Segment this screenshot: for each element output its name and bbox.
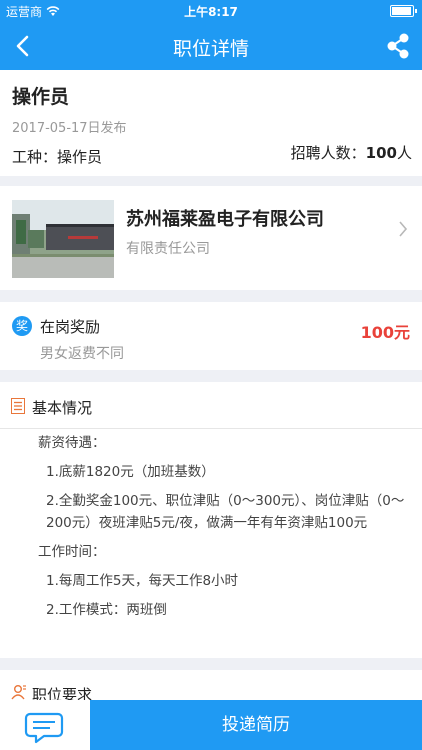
- work-heading: 工作时间：: [38, 544, 106, 560]
- company-building-photo: [12, 200, 114, 278]
- person-icon: [11, 685, 26, 700]
- work-item-2: 2.工作模式：两班倒: [46, 602, 167, 618]
- battery-icon: [390, 5, 417, 17]
- bottom-bar: 投递简历: [0, 700, 422, 750]
- submit-resume-button[interactable]: 投递简历: [90, 700, 422, 750]
- salary-heading: 薪资待遇：: [38, 435, 106, 451]
- nav-bar: 职位详情: [0, 22, 422, 70]
- basic-info-card: 基本情况 薪资待遇： 1.底薪1820元（加班基数） 2.全勤奖金100元、职位…: [0, 382, 422, 658]
- job-header-card: 操作员 2017-05-17日发布 工种：操作员 招聘人数：100人: [0, 70, 422, 176]
- salary-item-2: 2.全勤奖金100元、职位津贴（0～300元）、岗位津贴（0～200元）夜班津贴…: [46, 493, 405, 531]
- company-card[interactable]: 苏州福莱盈电子有限公司 有限责任公司: [0, 186, 422, 290]
- status-bar: 运营商 上午8:17: [0, 0, 422, 22]
- job-type-value: 操作员: [57, 148, 103, 166]
- recruit-unit: 人: [396, 144, 412, 162]
- reward-card: 奖 在岗奖励 男女返费不同 100元: [0, 302, 422, 370]
- company-name: 苏州福莱盈电子有限公司: [126, 209, 324, 230]
- job-title: 操作员: [12, 86, 70, 108]
- recruit-count: 招聘人数：100人: [291, 142, 412, 163]
- reward-subtitle: 男女返费不同: [40, 346, 124, 362]
- recruit-label: 招聘人数：: [290, 144, 366, 162]
- job-type: 工种：操作员: [12, 146, 102, 167]
- reward-amount: 100元: [360, 323, 410, 342]
- share-icon[interactable]: [382, 30, 414, 62]
- chevron-right-icon: [399, 221, 408, 237]
- basic-info-header: 基本情况: [0, 382, 422, 429]
- company-type: 有限责任公司: [126, 241, 210, 257]
- basic-info-title: 基本情况: [32, 399, 93, 417]
- reward-icon: 奖: [12, 316, 32, 336]
- reward-title: 在岗奖励: [40, 318, 101, 336]
- basic-info-body: 薪资待遇： 1.底薪1820元（加班基数） 2.全勤奖金100元、职位津贴（0～…: [38, 432, 408, 621]
- page-title: 职位详情: [172, 38, 249, 60]
- chat-bubble-icon[interactable]: [0, 700, 90, 750]
- publish-date: 2017-05-17日发布: [12, 121, 127, 136]
- status-time: 上午8:17: [184, 5, 238, 19]
- battery-fill: [392, 7, 411, 15]
- page: 运营商 上午8:17 职位详情 操作员 2017-05-17日发布 工种：操作员…: [0, 0, 422, 750]
- work-item-1: 1.每周工作5天，每天工作8小时: [46, 573, 239, 589]
- salary-item-1: 1.底薪1820元（加班基数）: [46, 464, 215, 480]
- document-icon: [11, 398, 25, 414]
- recruit-number: 100: [365, 144, 397, 162]
- job-type-label: 工种：: [12, 148, 58, 166]
